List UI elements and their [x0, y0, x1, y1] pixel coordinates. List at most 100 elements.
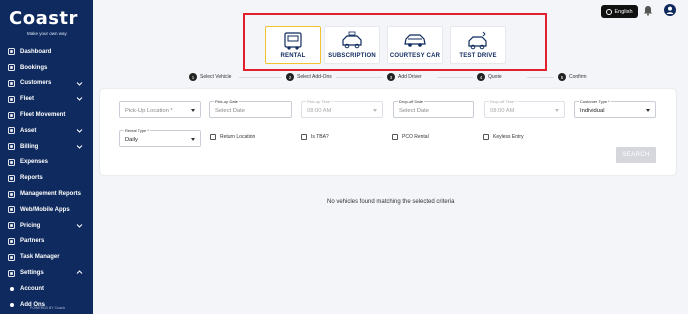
dropoff-date-field[interactable]: Drop-off Date Select Date [393, 99, 474, 118]
courtesy-car-icon [403, 27, 427, 56]
checkbox-box[interactable] [483, 134, 489, 140]
checkbox-box[interactable] [301, 134, 307, 140]
sidebar-item-customers[interactable]: Customers [0, 76, 93, 92]
sidebar-item-expenses[interactable]: Expenses [0, 155, 93, 171]
sidebar-item-bookings[interactable]: Bookings [0, 60, 93, 76]
booking-type-rental[interactable]: RENTAL [265, 26, 321, 64]
booking-type-label: SUBSCRIPTION [328, 53, 376, 59]
sidebar-item-fleet-movement[interactable]: Fleet Movement [0, 107, 93, 123]
customer-type-value: Individual [580, 107, 605, 114]
pickup-date-field[interactable]: Pick-up Date Select Date [209, 99, 292, 118]
chevron-down-icon [76, 127, 83, 134]
return-location-checkbox[interactable]: Return Location [210, 133, 255, 141]
pickup-date-label: Pick-up Date [214, 99, 239, 104]
step-select-vehicle: 1 Select Vehicle [189, 73, 231, 81]
chevron-down-icon [76, 222, 83, 229]
step-select-add-ons: 2 Select Add-Ons [286, 73, 332, 81]
sidebar-item-reports[interactable]: Reports [0, 170, 93, 186]
chevron-down-icon [191, 138, 195, 141]
pickup-time-label: Pick-up Time * [306, 99, 334, 104]
apps-icon [7, 206, 15, 214]
sidebar-item-pricing[interactable]: Pricing [0, 218, 93, 234]
rental-type-select[interactable]: Rental Type * Daily [119, 128, 201, 147]
sidebar-item-label: Task Manager [20, 254, 60, 261]
sidebar-item-label: Expenses [20, 159, 49, 166]
chevron-down-icon [191, 109, 195, 112]
sidebar-subitem-account[interactable]: Account [0, 281, 93, 297]
chevron-down-icon [555, 109, 559, 112]
sidebar-item-partners[interactable]: Partners [0, 234, 93, 250]
booking-type-test-drive[interactable]: TEST DRIVE [450, 26, 506, 64]
task-manager-icon [7, 253, 15, 261]
keyless-entry-checkbox[interactable]: Keyless Entry [483, 133, 524, 141]
sidebar-item-web-mobile-apps[interactable]: Web/Mobile Apps [0, 202, 93, 218]
sidebar-item-task-manager[interactable]: Task Manager [0, 249, 93, 265]
sidebar-item-dashboard[interactable]: Dashboard [0, 44, 93, 60]
bookings-icon [7, 64, 15, 72]
step-connector [437, 77, 473, 78]
step-number: 2 [286, 73, 294, 81]
search-button[interactable]: SEARCH [616, 147, 656, 163]
customer-type-select[interactable]: Customer Type * Individual [574, 99, 656, 118]
reports-icon [7, 174, 15, 182]
chevron-down-icon [76, 95, 83, 102]
sidebar-item-label: Dashboard [20, 48, 52, 55]
sidebar-item-fleet[interactable]: Fleet [0, 91, 93, 107]
step-number: 4 [477, 73, 485, 81]
sidebar-item-asset[interactable]: Asset [0, 123, 93, 139]
dashboard-icon [7, 48, 15, 56]
step-label: Select Vehicle [200, 74, 232, 80]
pickup-time-value: 08:00 AM [307, 107, 332, 114]
rental-icon [281, 27, 305, 56]
checkbox-label: Return Location [220, 134, 256, 140]
sidebar-item-management-reports[interactable]: Management Reports [0, 186, 93, 202]
pickup-location-select[interactable]: Pick-Up Location * [119, 101, 201, 118]
bullet-dot [10, 302, 14, 307]
step-quote: 4 Quote [477, 73, 502, 81]
globe-icon [606, 8, 613, 15]
partners-icon [7, 237, 15, 245]
sidebar-item-label: Partners [20, 238, 45, 245]
booking-type-subscription[interactable]: SUBSCRIPTION [324, 26, 380, 64]
language-button[interactable]: English [601, 5, 638, 18]
coastr-logo[interactable]: Coastr Make your own way [9, 8, 89, 40]
test-drive-icon [466, 27, 490, 56]
sidebar-item-label: Bookings [20, 64, 48, 71]
step-connector [239, 77, 282, 78]
checkbox-box[interactable] [210, 134, 216, 140]
sidebar-item-settings[interactable]: Settings [0, 265, 93, 281]
sidebar-nav: Dashboard Bookings Customers Fleet Fleet Mov… [0, 44, 93, 313]
chevron-down-icon [76, 80, 83, 87]
booking-type-label: COURTESY CAR [389, 53, 441, 59]
language-label: English [614, 8, 633, 15]
rental-type-value: Daily [125, 136, 138, 143]
checkbox-label: Keyless Entry [493, 134, 524, 140]
asset-icon [7, 127, 15, 135]
user-avatar-icon[interactable] [664, 4, 676, 16]
booking-type-courtesy-car[interactable]: COURTESY CAR [387, 26, 443, 64]
dropoff-time-select[interactable]: Drop-off Time * 08:00 AM [484, 99, 565, 118]
checkbox-label: Is TBA? [311, 134, 329, 140]
dropoff-date-placeholder: Select Date [399, 107, 429, 114]
bell-icon[interactable] [643, 5, 653, 16]
step-connector [527, 77, 554, 78]
sidebar-item-label: Fleet [20, 96, 35, 103]
booking-type-label: TEST DRIVE [459, 53, 497, 59]
chevron-down-icon [646, 109, 650, 112]
is-tba-checkbox[interactable]: Is TBA? [301, 133, 329, 141]
step-number: 3 [387, 73, 395, 81]
sidebar-item-billing[interactable]: Billing [0, 139, 93, 155]
logo-tagline: Make your own way [27, 31, 67, 36]
pickup-time-select[interactable]: Pick-up Time * 08:00 AM [301, 99, 383, 118]
sidebar-item-label: Billing [20, 143, 39, 150]
billing-icon [7, 143, 15, 151]
sidebar-subitem-add-ons[interactable]: Add Ons [0, 297, 93, 313]
empty-results-message: No vehicles found matching the selected … [327, 199, 455, 205]
sidebar-item-label: Web/Mobile Apps [20, 206, 70, 213]
pco-rental-checkbox[interactable]: PCO Rental [392, 133, 429, 141]
checkbox-label: PCO Rental [402, 134, 429, 140]
step-confirm: 5 Confirm [558, 73, 587, 81]
fleet-movement-icon [7, 111, 15, 119]
dropoff-date-label: Drop-off Date [398, 99, 424, 104]
checkbox-box[interactable] [392, 134, 398, 140]
